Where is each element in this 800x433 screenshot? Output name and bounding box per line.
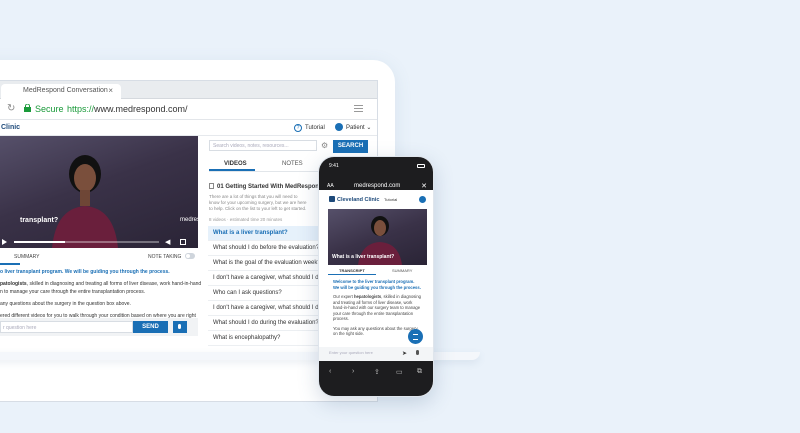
fullscreen-icon[interactable] <box>180 239 186 245</box>
tab-summary[interactable]: SUMMARY <box>392 268 412 273</box>
document-icon <box>209 183 214 189</box>
list-fab-button[interactable] <box>408 329 423 344</box>
transcript-line: Welcome to the liver transplant program.… <box>333 279 421 290</box>
medrespond-logo: medrespond <box>180 217 198 223</box>
video-progress-fill <box>14 241 65 243</box>
browser-tabstrip: MedRespond Conversation × <box>0 81 377 99</box>
lock-icon <box>24 104 31 112</box>
gear-icon[interactable]: ⚙ <box>321 141 328 150</box>
transcript-line: patologists, skilled in diagnosing and t… <box>0 280 201 296</box>
tab-transcript[interactable]: TRANSCRIPT <box>339 268 365 273</box>
avatar[interactable] <box>419 196 426 203</box>
forward-icon[interactable]: › <box>352 368 354 375</box>
transcript-line: any questions about the surgery in the q… <box>0 301 131 307</box>
section-title-text: 01 Getting Started With MedRespond <box>217 184 323 190</box>
transcript-part: Our expert <box>333 294 354 299</box>
browser-tab[interactable]: MedRespond Conversation × <box>1 84 121 99</box>
transcript-text: o liver transplant program. We will be g… <box>0 268 201 324</box>
brand-logo-icon <box>329 196 335 202</box>
mic-icon[interactable] <box>416 350 419 355</box>
brand-name: Cleveland Clinic <box>329 196 380 203</box>
url-protocol: https:// <box>67 104 95 114</box>
video-progress[interactable] <box>14 241 159 243</box>
note-taking-label: NOTE TAKING <box>148 254 182 260</box>
avatar <box>335 123 343 131</box>
reload-icon[interactable]: ↻ <box>7 103 15 114</box>
phone-url[interactable]: medrespond.com <box>354 183 400 189</box>
tutorial-button[interactable]: Tutorial <box>384 197 397 202</box>
tab-transcript-indicator <box>0 263 20 265</box>
video-controls: ◀ <box>0 236 198 248</box>
note-taking-toggle[interactable] <box>185 253 195 259</box>
brand-name: Clinic <box>1 124 21 131</box>
phone-frame: 9:41 AA medrespond.com ✕ Cleveland Clini… <box>318 156 434 397</box>
menu-icon[interactable] <box>354 105 363 112</box>
search-input[interactable]: Search videos, notes, resources... <box>209 140 317 151</box>
text-size-button[interactable]: AA <box>327 183 334 189</box>
tab-videos[interactable]: VIDEOS <box>224 161 247 167</box>
tab-active-indicator <box>209 169 255 171</box>
phone-app-header: Cleveland Clinic Tutorial <box>319 193 433 209</box>
tab-summary[interactable]: SUMMARY <box>14 254 39 260</box>
help-icon: ? <box>294 124 302 132</box>
back-icon[interactable]: ‹ <box>329 368 331 375</box>
url-domain: www.medrespond.com/ <box>94 104 188 114</box>
section-meta: 8 videos · estimated time 20 minutes <box>209 217 283 222</box>
phone-video-title: What is a liver transplant? <box>332 254 395 260</box>
transcript-line-cont: n to manage your care through the entire… <box>0 289 146 295</box>
play-icon[interactable] <box>2 239 7 245</box>
address-bar[interactable]: ↻ Secure https://www.medrespond.com/ <box>0 99 377 120</box>
secure-label: Secure <box>35 104 64 114</box>
section-title: 01 Getting Started With MedRespond <box>209 183 323 190</box>
tab-active-indicator <box>328 274 376 275</box>
patient-menu[interactable]: Patient ⌄ <box>335 123 371 131</box>
presenter-image <box>52 155 118 248</box>
close-icon[interactable]: ✕ <box>421 182 427 190</box>
transcript-line-rest: , skilled in diagnosing and treating all… <box>26 281 202 287</box>
transcript-line: o liver transplant program. We will be g… <box>0 269 170 275</box>
phone-browser-bar: 9:41 AA medrespond.com ✕ <box>319 157 433 190</box>
transcript-bold: patologists <box>0 281 27 287</box>
tutorial-button[interactable]: ? Tutorial <box>294 124 325 132</box>
tutorial-label: Tutorial <box>305 125 325 131</box>
send-icon[interactable]: ➤ <box>402 350 407 357</box>
battery-icon <box>417 164 425 168</box>
brand-name-text: Cleveland Clinic <box>337 197 380 203</box>
question-input[interactable]: Enter your question here <box>329 350 399 355</box>
phone-transcript: Welcome to the liver transplant program.… <box>333 279 421 341</box>
phone-time: 9:41 <box>329 163 339 169</box>
send-button[interactable]: SEND <box>133 321 168 333</box>
tabs-icon[interactable]: ⧉ <box>417 368 422 376</box>
volume-icon[interactable]: ◀ <box>165 238 170 246</box>
close-icon[interactable]: × <box>108 86 113 95</box>
video-player[interactable]: transplant? medrespond <box>0 136 198 248</box>
video-title: transplant? <box>20 217 59 224</box>
app-header: Clinic ? Tutorial Patient ⌄ <box>0 120 377 136</box>
phone-nav-bar: ‹ › ⇪ ▭ ⧉ <box>319 361 433 396</box>
url-text[interactable]: https://www.medrespond.com/ <box>67 104 188 114</box>
bookmarks-icon[interactable]: ▭ <box>396 368 403 376</box>
chevron-down-icon: ⌄ <box>366 125 372 131</box>
tab-notes[interactable]: NOTES <box>282 161 303 167</box>
patient-label: Patient <box>346 125 365 131</box>
mic-icon[interactable] <box>173 321 187 333</box>
question-input[interactable]: r question here <box>0 321 133 333</box>
browser-tab-title: MedRespond Conversation <box>23 87 108 94</box>
search-button[interactable]: SEARCH <box>333 140 368 153</box>
transcript-tabs: SUMMARY NOTE TAKING <box>0 250 198 264</box>
transcript-line: Our expert hepatologists, skilled in dia… <box>333 294 421 322</box>
share-icon[interactable]: ⇪ <box>374 368 380 376</box>
section-description: There are a lot of things that you will … <box>209 194 307 211</box>
transcript-bold: hepatologists <box>353 294 382 299</box>
